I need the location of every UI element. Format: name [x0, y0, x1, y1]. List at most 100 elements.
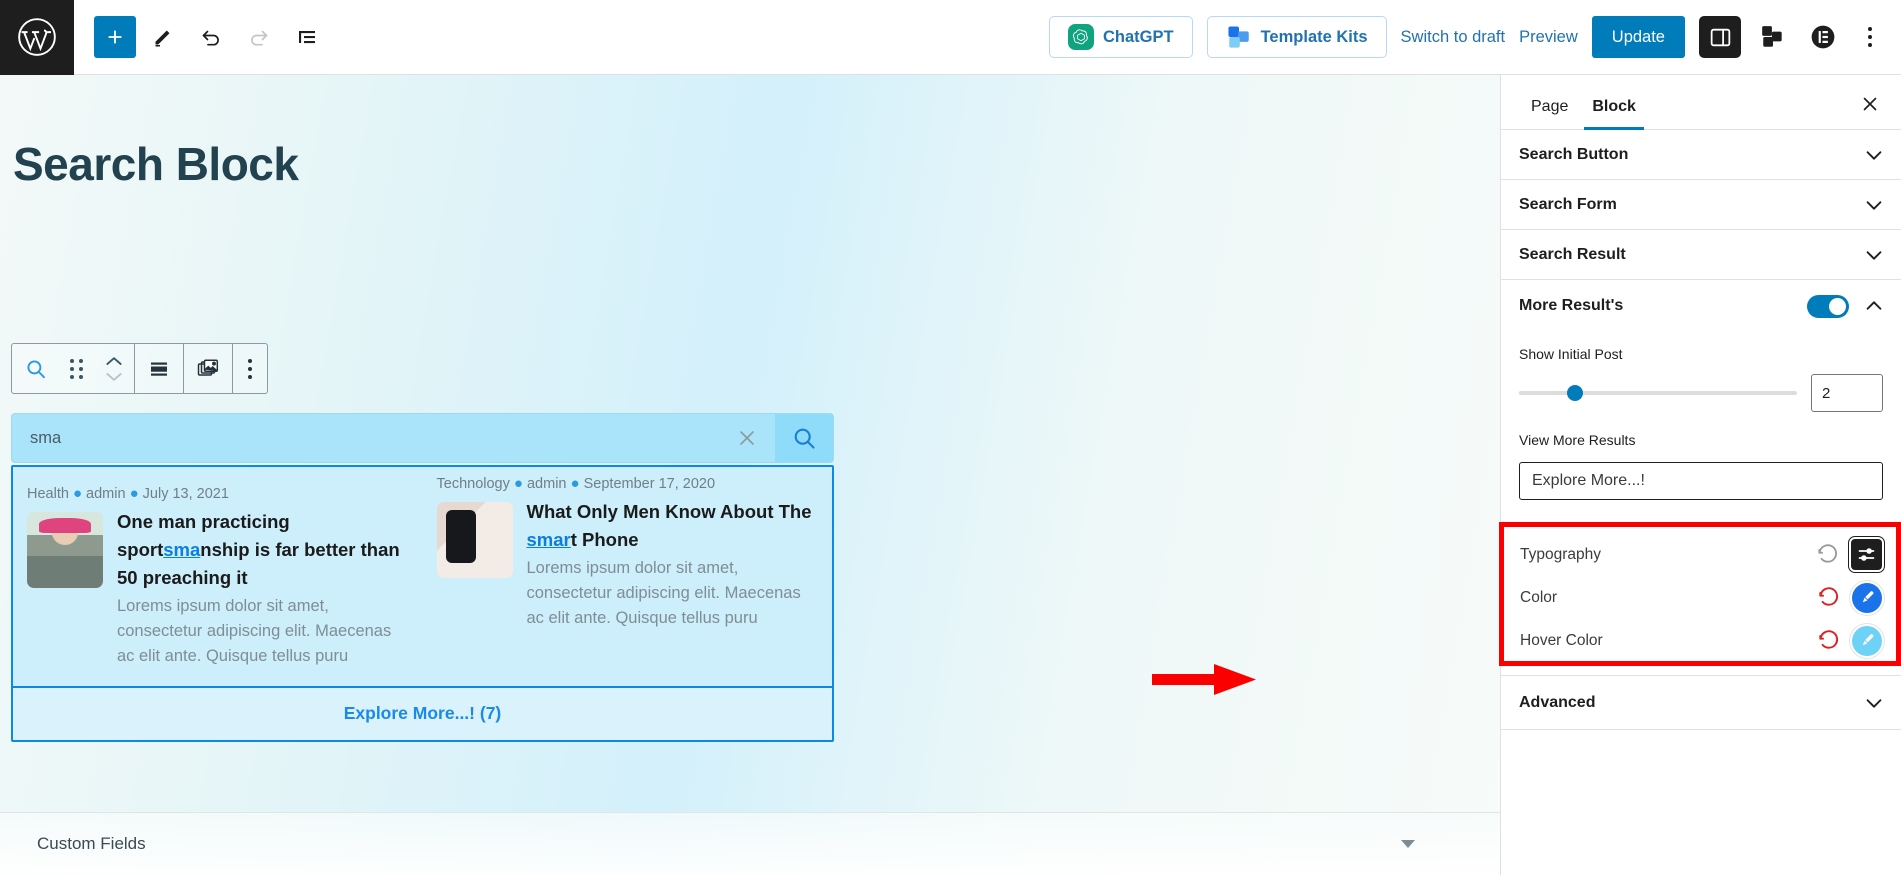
redo-icon[interactable]	[238, 16, 280, 58]
brush-glyph-icon	[1862, 634, 1873, 646]
close-x-icon[interactable]	[735, 426, 759, 450]
result-category: Health	[27, 486, 69, 502]
search-form[interactable]: sma	[11, 413, 834, 463]
meta-separator-dot: ●	[72, 485, 83, 502]
section-title: Search Result	[1519, 245, 1626, 263]
block-mover[interactable]	[94, 344, 134, 393]
block-toolbar-group-more	[233, 344, 267, 393]
highlighted-options-group: Typography Color Hover Color	[1499, 522, 1901, 666]
edit-tool-icon[interactable]	[142, 16, 184, 58]
more-options-icon[interactable]	[1855, 16, 1885, 58]
close-x-icon[interactable]	[1853, 87, 1887, 121]
color-row[interactable]: Color	[1504, 576, 1896, 619]
section-advanced[interactable]: Advanced	[1501, 675, 1901, 730]
result-excerpt-1: Lorems ipsum dolor sit amet, consectetur…	[117, 597, 392, 666]
red-pointer-arrow-icon	[1152, 664, 1256, 695]
chevron-down-icon[interactable]	[1863, 194, 1885, 216]
chevron-down-icon[interactable]	[1863, 692, 1885, 714]
drag-handle-icon[interactable]	[60, 344, 94, 393]
wordpress-block-editor: ChatGPT Template Kits Switch to draft Pr…	[0, 0, 1901, 875]
view-more-results-label: View More Results	[1519, 432, 1636, 448]
section-search-form[interactable]: Search Form	[1501, 180, 1901, 230]
block-toolbar-group-align	[135, 344, 184, 393]
typography-label: Typography	[1520, 545, 1601, 563]
add-block-button[interactable]	[94, 16, 136, 58]
reset-undo-icon[interactable]	[1817, 543, 1839, 566]
page-title[interactable]: Search Block	[13, 137, 299, 191]
tab-block[interactable]: Block	[1580, 98, 1648, 130]
typography-row[interactable]: Typography	[1504, 533, 1896, 576]
section-more-results[interactable]: More Result's	[1501, 280, 1901, 332]
chevron-down-icon[interactable]	[1863, 144, 1885, 166]
search-input[interactable]: sma	[12, 429, 61, 448]
section-title: Search Form	[1519, 195, 1617, 213]
chevron-down-icon[interactable]	[1863, 244, 1885, 266]
search-icon	[794, 428, 815, 449]
section-search-button[interactable]: Search Button	[1501, 130, 1901, 180]
section-title: More Result's	[1519, 297, 1624, 314]
undo-icon[interactable]	[190, 16, 232, 58]
result-title-highlight: sma	[163, 539, 201, 561]
search-results-grid: Health ● admin ● July 13, 2021 One man p…	[13, 467, 832, 686]
chatgpt-button[interactable]: ChatGPT	[1048, 16, 1193, 58]
search-result-item-2[interactable]: Technology ● admin ● September 17, 2020 …	[423, 473, 833, 678]
editor-canvas: Search Block sma Health ● admin ● July 1…	[0, 75, 1500, 875]
hover-color-brush-icon[interactable]	[1852, 625, 1882, 656]
color-label: Color	[1520, 588, 1558, 606]
show-initial-post-slider[interactable]	[1519, 385, 1797, 401]
template-kits-button[interactable]: Template Kits	[1206, 16, 1387, 58]
search-result-item-1[interactable]: Health ● admin ● July 13, 2021 One man p…	[13, 473, 423, 678]
search-block: sma Health ● admin ● July 13, 2021 One m…	[11, 413, 834, 742]
explore-more-link[interactable]: Explore More...! (7)	[13, 685, 832, 740]
section-search-result[interactable]: Search Result	[1501, 230, 1901, 280]
result-author: admin	[526, 476, 567, 492]
chatgpt-button-label: ChatGPT	[1102, 27, 1174, 46]
caret-down-icon[interactable]	[1401, 840, 1415, 848]
section-title: Advanced	[1519, 693, 1596, 711]
chatgpt-icon	[1067, 24, 1094, 50]
elementor-icon[interactable]	[1805, 16, 1841, 58]
tab-page[interactable]: Page	[1519, 98, 1580, 129]
gallery-image-icon[interactable]	[184, 344, 232, 393]
more-options-icon[interactable]	[233, 344, 267, 393]
sidebar-settings-icon[interactable]	[1699, 16, 1741, 58]
brush-glyph-icon	[1862, 591, 1873, 603]
search-block-icon[interactable]	[12, 344, 60, 393]
block-toolbar-group-primary	[12, 344, 135, 393]
reset-undo-icon[interactable]	[1818, 586, 1840, 609]
update-button[interactable]: Update	[1591, 16, 1685, 58]
slider-knob[interactable]	[1566, 385, 1583, 401]
template-kits-blocks-icon[interactable]	[1755, 16, 1791, 58]
switch-to-draft-link[interactable]: Switch to draft	[1401, 28, 1506, 47]
preview-link[interactable]: Preview	[1519, 28, 1578, 47]
list-view-icon[interactable]	[286, 16, 328, 58]
show-initial-post-number-input[interactable]: 2	[1811, 374, 1883, 412]
result-author: admin	[86, 486, 126, 502]
hover-color-row[interactable]: Hover Color	[1504, 619, 1896, 662]
result-title-2[interactable]: What Only Men Know About The smart Phone	[527, 498, 819, 554]
search-submit-button[interactable]	[775, 414, 833, 462]
wordpress-logo-icon[interactable]	[0, 0, 74, 75]
reset-undo-icon[interactable]	[1818, 629, 1840, 652]
chevron-down-icon	[106, 372, 122, 381]
align-wide-icon[interactable]	[135, 344, 183, 393]
custom-fields-panel[interactable]: Custom Fields	[0, 812, 1500, 875]
block-toolbar-group-media	[184, 344, 233, 393]
color-brush-icon[interactable]	[1852, 582, 1882, 613]
result-thumbnail-2	[436, 502, 513, 578]
search-results-panel: Health ● admin ● July 13, 2021 One man p…	[11, 465, 834, 742]
sidebar-tabs: Page Block	[1501, 75, 1901, 130]
section-title: Search Button	[1519, 145, 1629, 163]
meta-separator-dot: ●	[513, 475, 523, 492]
view-more-results-control: View More Results	[1501, 418, 1901, 462]
top-bar-right-actions: ChatGPT Template Kits Switch to draft Pr…	[1048, 16, 1901, 58]
template-kits-button-label: Template Kits	[1260, 27, 1368, 46]
more-results-toggle[interactable]	[1807, 294, 1849, 318]
result-date: September 17, 2020	[583, 476, 716, 492]
custom-fields-label: Custom Fields	[37, 834, 146, 853]
hover-color-label: Hover Color	[1520, 631, 1603, 649]
chevron-up-icon[interactable]	[1863, 295, 1885, 317]
view-more-results-input[interactable]: Explore More...!	[1519, 462, 1883, 500]
typography-settings-icon[interactable]	[1851, 539, 1882, 570]
result-title-1[interactable]: One man practicing sportsmanship is far …	[117, 508, 409, 592]
